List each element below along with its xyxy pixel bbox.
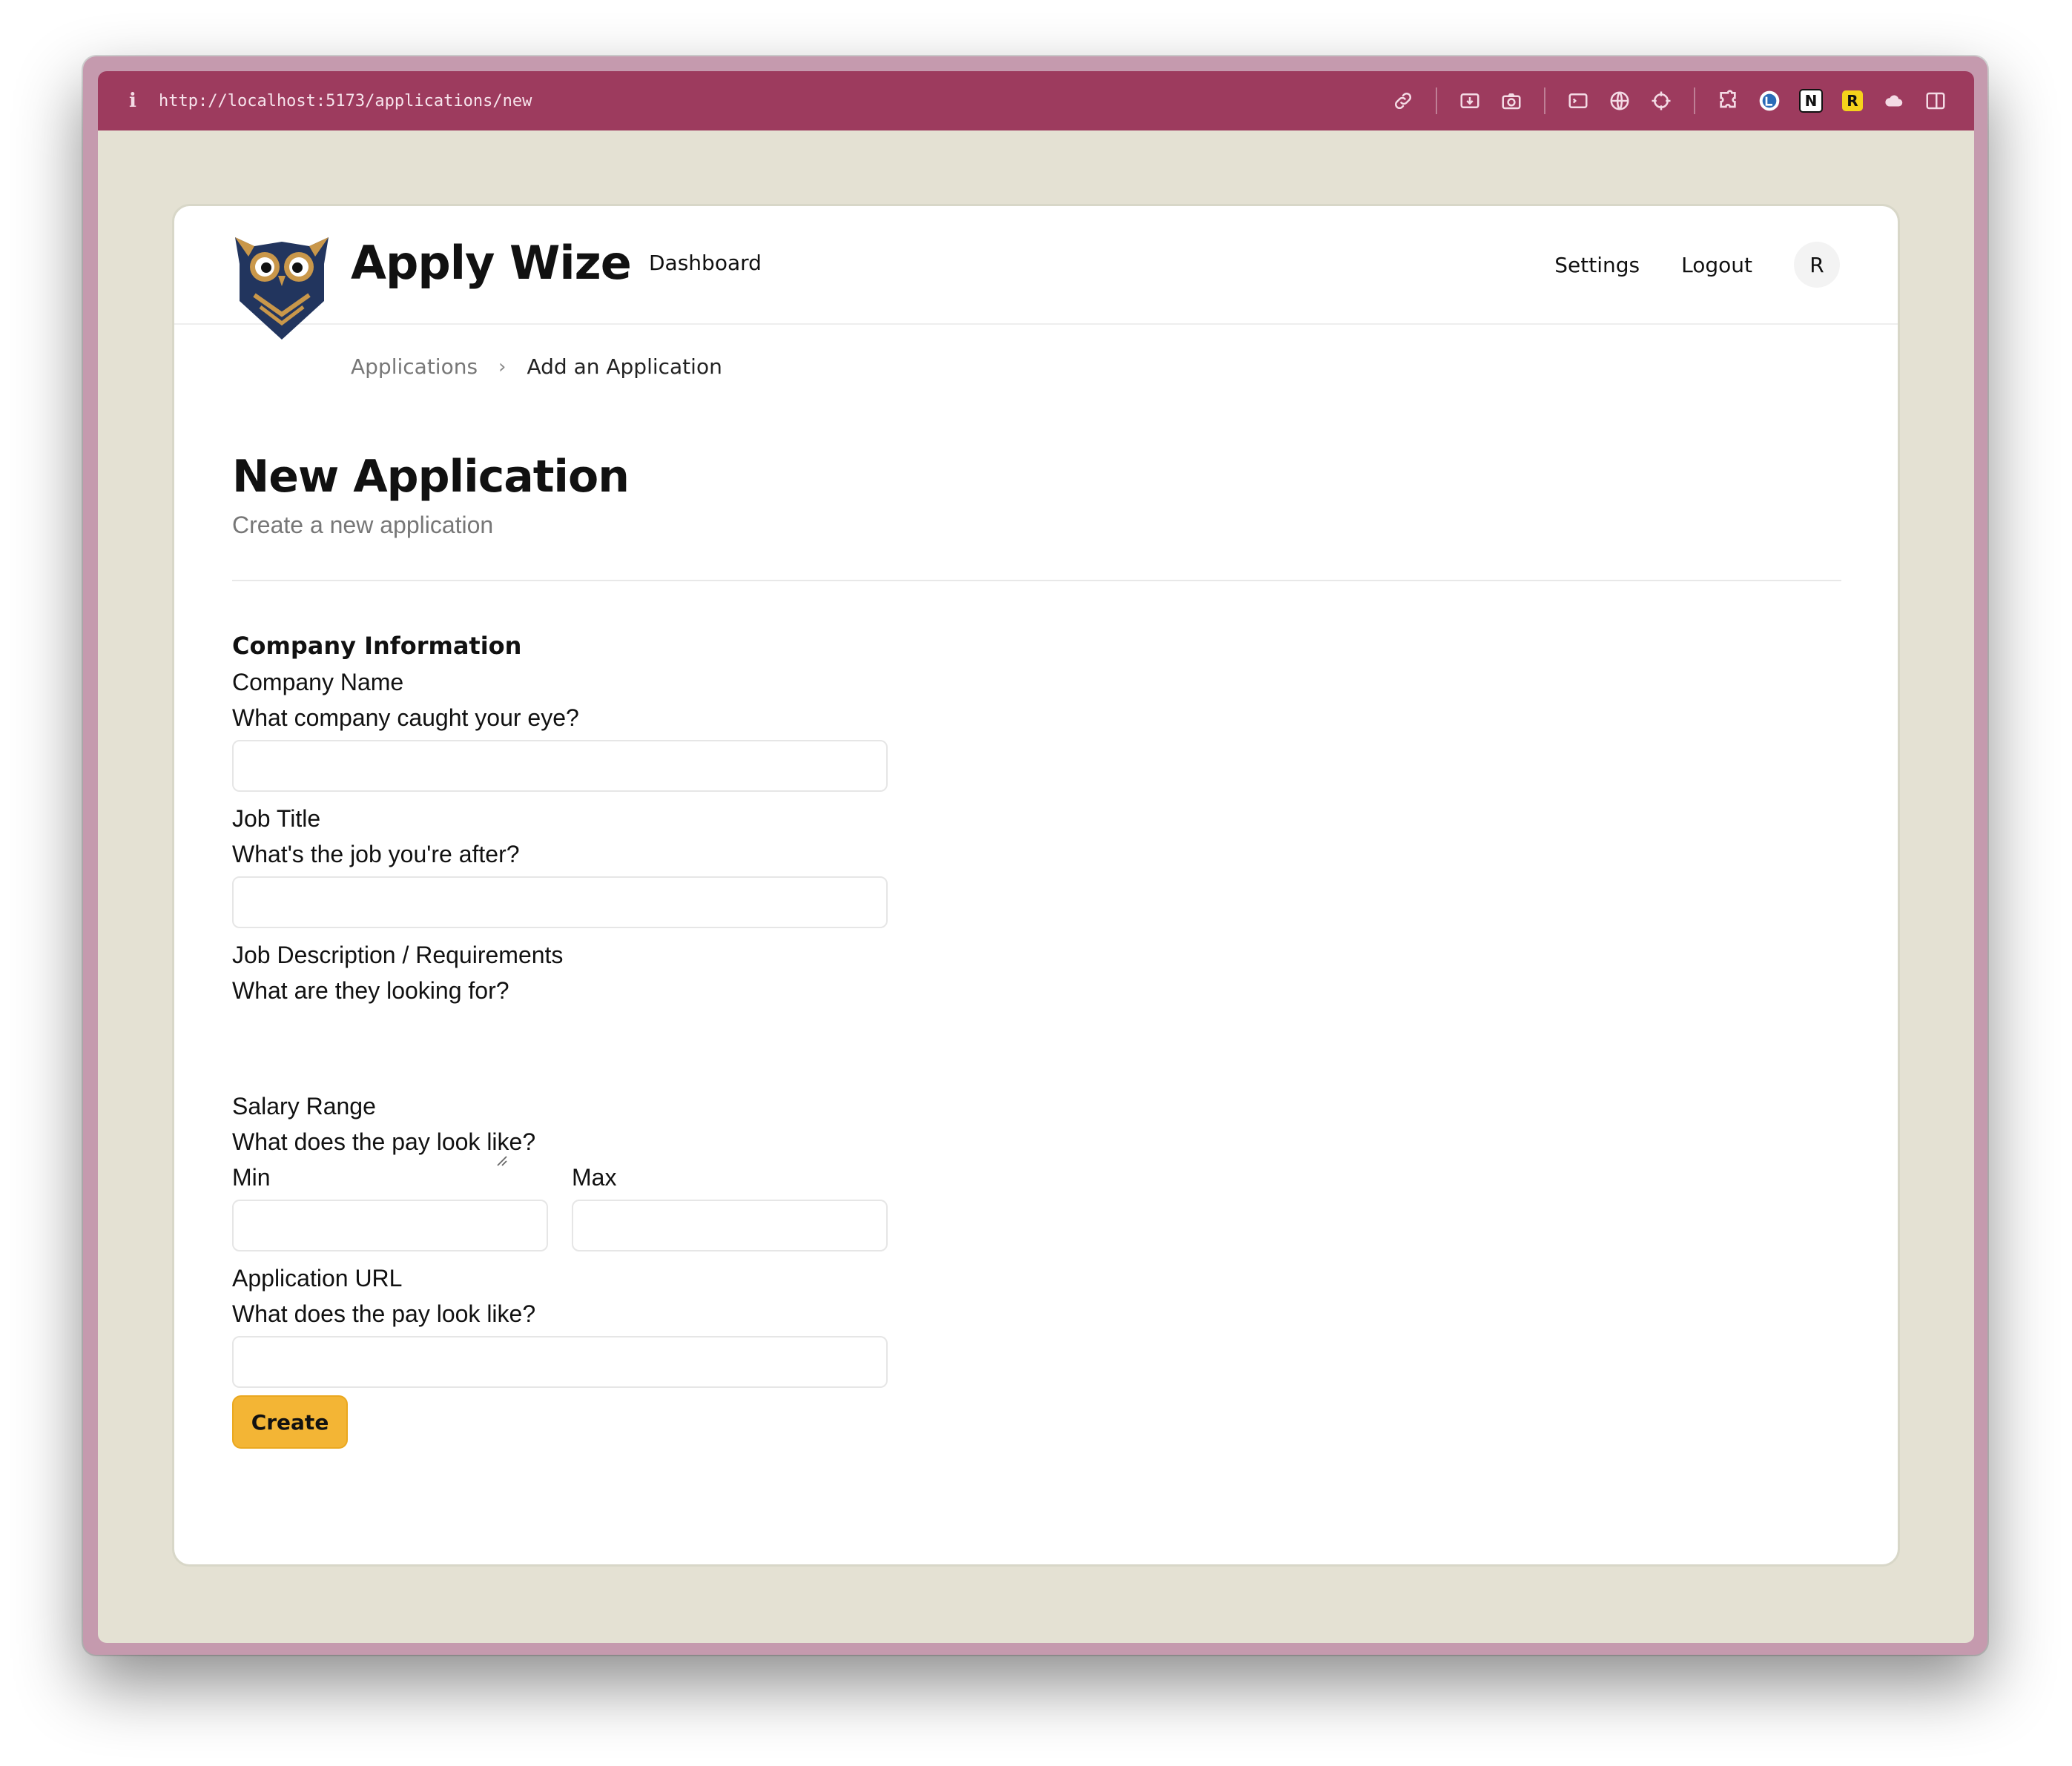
brand-name[interactable]: Apply Wize <box>351 236 632 290</box>
salary-max-label: Max <box>572 1164 617 1191</box>
notion-icon[interactable]: N <box>1798 87 1824 114</box>
application-url-help: What does the pay look like? <box>232 1300 536 1327</box>
user-avatar[interactable]: R <box>1794 242 1840 288</box>
salary-min-input[interactable] <box>232 1200 548 1251</box>
job-title-help: What's the job you're after? <box>232 841 520 867</box>
breadcrumb-applications-link[interactable]: Applications <box>351 354 478 379</box>
section-divider <box>232 580 1841 581</box>
job-description-label: Job Description / Requirements <box>232 942 564 968</box>
toolbar-divider <box>1544 87 1545 114</box>
puzzle-icon[interactable] <box>1715 87 1741 114</box>
company-name-help: What company caught your eye? <box>232 704 579 731</box>
cloud-icon[interactable] <box>1881 87 1907 114</box>
chevron-right-icon: › <box>498 355 507 378</box>
salary-max-input[interactable] <box>572 1200 888 1251</box>
page-subtitle: Create a new application <box>232 512 494 538</box>
nav-dashboard-link[interactable]: Dashboard <box>649 251 762 275</box>
breadcrumb-current: Add an Application <box>527 354 722 379</box>
application-url-label: Application URL <box>232 1265 403 1292</box>
address-bar[interactable]: http://localhost:5173/applications/new <box>159 92 532 110</box>
breadcrumb: Applications › Add an Application <box>351 354 722 379</box>
nav-logout-link[interactable]: Logout <box>1681 253 1752 277</box>
site-info-icon[interactable]: i <box>122 90 144 112</box>
page-title: New Application <box>232 451 630 503</box>
create-button[interactable]: Create <box>232 1395 348 1449</box>
sidebar-icon[interactable] <box>1922 87 1949 114</box>
company-name-label: Company Name <box>232 669 404 695</box>
screen-capture-icon[interactable] <box>1456 87 1483 114</box>
job-title-label: Job Title <box>232 805 321 832</box>
salary-range-help: What does the pay look like? <box>232 1128 536 1155</box>
application-url-input[interactable] <box>232 1336 888 1388</box>
company-information-heading: Company Information <box>232 632 522 660</box>
salary-min-label: Min <box>232 1164 271 1191</box>
link-icon[interactable] <box>1390 87 1416 114</box>
toolbar-divider <box>1694 87 1695 114</box>
owl-logo-icon[interactable] <box>232 234 331 341</box>
job-description-help: What are they looking for? <box>232 977 509 1004</box>
nav-settings-link[interactable]: Settings <box>1554 253 1640 277</box>
main-card: Apply Wize Dashboard Settings Logout R A… <box>172 204 1900 1567</box>
terminal-icon[interactable] <box>1565 87 1591 114</box>
readwise-icon[interactable]: R <box>1839 87 1866 114</box>
camera-icon[interactable] <box>1498 87 1525 114</box>
header-right-nav: Settings Logout R <box>1554 242 1840 288</box>
job-title-input[interactable] <box>232 876 888 928</box>
company-name-input[interactable] <box>232 740 888 792</box>
page-viewport: Apply Wize Dashboard Settings Logout R A… <box>98 130 1974 1643</box>
toolbar-divider <box>1436 87 1437 114</box>
crosshair-icon[interactable] <box>1648 87 1675 114</box>
app-header: Apply Wize Dashboard Settings Logout R <box>174 206 1898 340</box>
globe-icon[interactable] <box>1606 87 1633 114</box>
lastpass-icon[interactable] <box>1756 87 1783 114</box>
salary-range-label: Salary Range <box>232 1093 376 1120</box>
browser-toolbar: i http://localhost:5173/applications/new <box>98 71 1974 130</box>
